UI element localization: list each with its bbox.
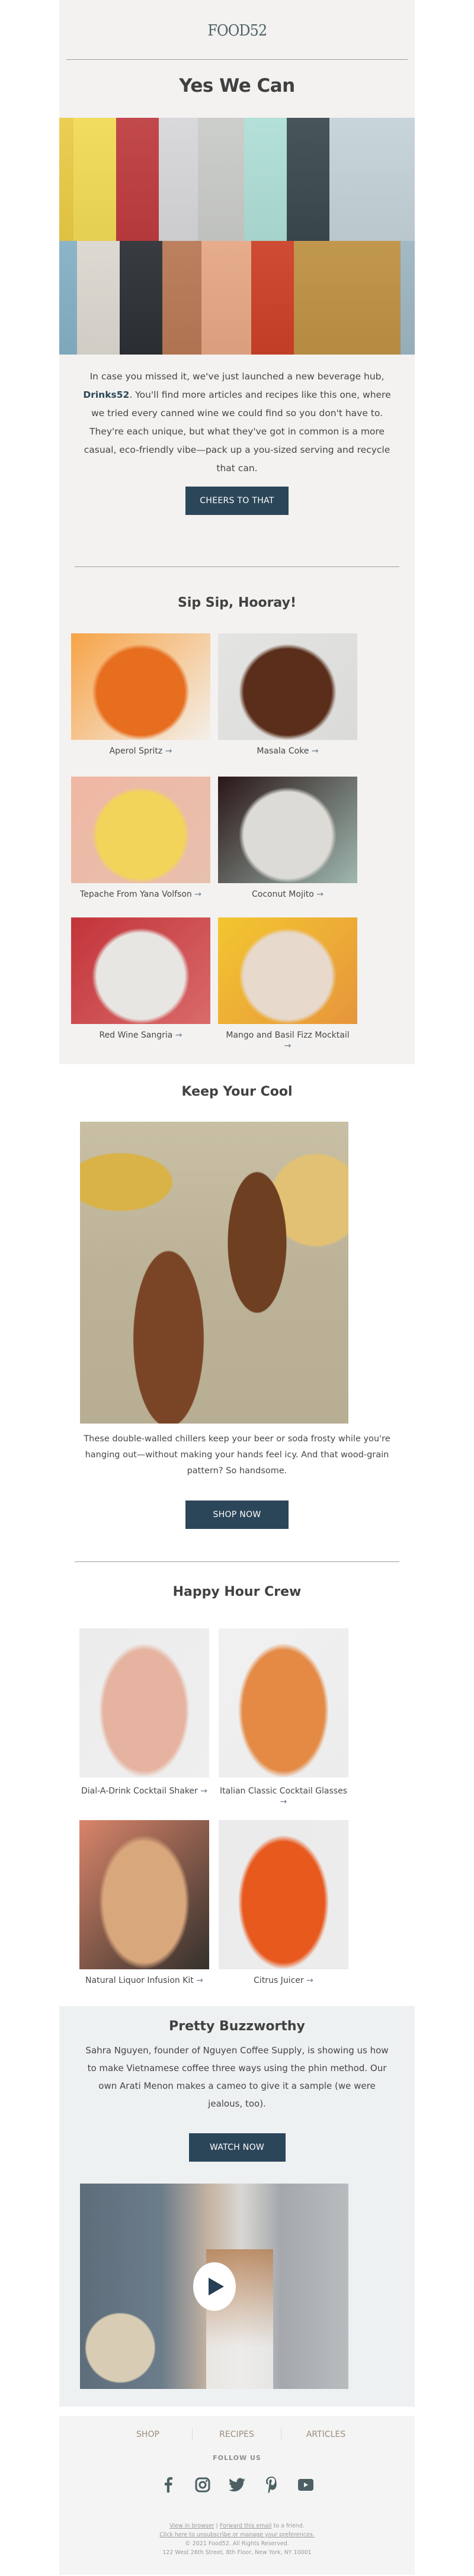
hero-intro: In case you missed it, we've just launch… xyxy=(59,355,415,478)
keep-cool-text: These double-walled chillers keep your b… xyxy=(84,1434,390,1476)
recipe-card[interactable]: Aperol Spritz → xyxy=(71,633,210,777)
recipe-card-caption[interactable]: Masala Coke → xyxy=(218,740,357,777)
arrow-right-icon: → xyxy=(284,1041,292,1051)
play-icon[interactable] xyxy=(193,2262,236,2311)
recipe-card-image[interactable] xyxy=(71,917,210,1024)
forward-suffix: to a friend. xyxy=(271,2523,305,2529)
arrow-right-icon: → xyxy=(200,1786,207,1796)
recipe-card-caption[interactable]: Tepache From Yana Volfson → xyxy=(71,883,210,917)
can-chiller-image[interactable] xyxy=(80,1122,348,1424)
recipe-grid: Aperol Spritz → Masala Coke → Tepache From… xyxy=(59,633,415,1064)
footer: SHOP RECIPES ARTICLES FOLLOW US View in … xyxy=(59,2416,415,2575)
header: FOOD52 xyxy=(59,0,415,59)
happy-hour-title: Happy Hour Crew xyxy=(172,1585,302,1599)
recipe-card-caption[interactable]: Aperol Spritz → xyxy=(71,740,210,777)
recipe-card[interactable]: Tepache From Yana Volfson → xyxy=(71,777,210,917)
arrow-right-icon: → xyxy=(311,746,319,756)
recipe-card-caption[interactable]: Red Wine Sangria → xyxy=(71,1024,210,1064)
recipe-card-image[interactable] xyxy=(218,633,357,740)
buzzworthy-section: Pretty Buzzworthy Sahra Nguyen, founder … xyxy=(59,2006,415,2407)
recipe-card-label[interactable]: Red Wine Sangria xyxy=(99,1031,172,1040)
intro-text-cont: . You'll find more articles and recipes … xyxy=(84,389,391,474)
recipe-card-label[interactable]: Coconut Mojito xyxy=(252,890,314,899)
facebook-icon[interactable] xyxy=(160,2477,177,2493)
arrow-right-icon: → xyxy=(316,890,324,899)
product-card-label[interactable]: Citrus Juicer xyxy=(254,1976,304,1985)
recipe-card-image[interactable] xyxy=(218,917,357,1024)
recipe-card-label[interactable]: Masala Coke xyxy=(257,746,309,756)
product-card[interactable]: Dial-A-Drink Cocktail Shaker → xyxy=(79,1628,209,1820)
keep-cool-section: Keep Your Cool These double-walled chill… xyxy=(59,1064,415,2006)
pinterest-icon[interactable] xyxy=(263,2477,280,2493)
arrow-right-icon: → xyxy=(306,1976,313,1985)
recipe-card-image[interactable] xyxy=(71,777,210,883)
unsubscribe-link[interactable]: Click here to unsubscribe or manage your… xyxy=(159,2532,315,2538)
hero-section: FOOD52 Yes We Can In case you missed it,… xyxy=(59,0,415,1064)
food52-logo[interactable]: FOOD52 xyxy=(207,22,267,40)
product-card-caption[interactable]: Citrus Juicer → xyxy=(219,1969,348,2006)
forward-email-link[interactable]: Forward this email xyxy=(220,2523,272,2529)
product-card[interactable]: Natural Liquor Infusion Kit → xyxy=(79,1820,209,2006)
buzzworthy-title: Pretty Buzzworthy xyxy=(169,2019,305,2034)
recipe-card-image[interactable] xyxy=(71,633,210,740)
footer-nav: SHOP RECIPES ARTICLES xyxy=(59,2422,415,2447)
recipe-card-caption[interactable]: Mango and Basil Fizz Mocktail → xyxy=(218,1024,357,1064)
recipe-card-label[interactable]: Tepache From Yana Volfson xyxy=(80,890,192,899)
footer-link-articles[interactable]: ARTICLES xyxy=(281,2428,370,2441)
intro-text: In case you missed it, we've just launch… xyxy=(89,371,385,382)
arrow-right-icon: → xyxy=(194,890,201,899)
hero-image[interactable] xyxy=(59,118,415,355)
product-grid: Dial-A-Drink Cocktail Shaker → Italian Cl… xyxy=(59,1628,415,2006)
recipe-card-label[interactable]: Mango and Basil Fizz Mocktail xyxy=(226,1031,349,1040)
recipes-title: Sip Sip, Hooray! xyxy=(178,595,296,610)
arrow-right-icon: → xyxy=(165,746,172,756)
recipe-card[interactable]: Masala Coke → xyxy=(218,633,357,777)
product-card-caption[interactable]: Natural Liquor Infusion Kit → xyxy=(79,1969,209,2006)
recipe-card-caption[interactable]: Coconut Mojito → xyxy=(218,883,357,917)
address: 122 West 26th Street, 8th Floor, New Yor… xyxy=(162,2549,312,2556)
recipe-card-label[interactable]: Aperol Spritz xyxy=(110,746,163,756)
arrow-right-icon: → xyxy=(175,1031,182,1040)
arrow-right-icon: → xyxy=(280,1797,287,1807)
product-card-caption[interactable]: Dial-A-Drink Cocktail Shaker → xyxy=(79,1778,209,1820)
instagram-icon[interactable] xyxy=(194,2477,211,2493)
cheers-button[interactable]: CHEERS TO THAT xyxy=(185,487,289,515)
footer-link-shop[interactable]: SHOP xyxy=(104,2428,193,2441)
keep-cool-title: Keep Your Cool xyxy=(181,1084,293,1099)
footer-link-recipes[interactable]: RECIPES xyxy=(193,2428,281,2441)
product-card[interactable]: Citrus Juicer → xyxy=(219,1820,348,2006)
youtube-icon[interactable] xyxy=(297,2477,314,2493)
view-in-browser-link[interactable]: View in browser xyxy=(169,2523,214,2529)
product-card-label[interactable]: Natural Liquor Infusion Kit xyxy=(85,1976,194,1985)
recipe-card[interactable]: Coconut Mojito → xyxy=(218,777,357,917)
watch-now-button[interactable]: WATCH NOW xyxy=(188,2133,286,2162)
hero-title: Yes We Can xyxy=(179,75,295,96)
buzzworthy-text: Sahra Nguyen, founder of Nguyen Coffee S… xyxy=(85,2045,389,2109)
product-card-image[interactable] xyxy=(219,1820,348,1969)
legal-text: View in browser | Forward this email to … xyxy=(59,2500,415,2575)
product-card-image[interactable] xyxy=(79,1628,209,1778)
twitter-icon[interactable] xyxy=(229,2477,245,2493)
recipe-card[interactable]: Red Wine Sangria → xyxy=(71,917,210,1064)
product-card-caption[interactable]: Italian Classic Cocktail Glasses → xyxy=(219,1778,348,1820)
product-card[interactable]: Italian Classic Cocktail Glasses → xyxy=(219,1628,348,1820)
copyright: © 2021 Food52. All Rights Reserved. xyxy=(185,2540,289,2547)
social-links xyxy=(59,2469,415,2500)
recipe-card[interactable]: Mango and Basil Fizz Mocktail → xyxy=(218,917,357,1064)
product-card-image[interactable] xyxy=(79,1820,209,1969)
product-card-label[interactable]: Italian Classic Cocktail Glasses xyxy=(220,1786,347,1796)
product-card-label[interactable]: Dial-A-Drink Cocktail Shaker xyxy=(81,1786,198,1796)
arrow-right-icon: → xyxy=(196,1976,203,1985)
video-thumbnail[interactable] xyxy=(80,2184,348,2389)
shop-now-button[interactable]: SHOP NOW xyxy=(185,1500,289,1529)
product-card-image[interactable] xyxy=(219,1628,348,1778)
recipe-card-image[interactable] xyxy=(218,777,357,883)
separator: | xyxy=(216,2523,218,2529)
email-body: FOOD52 Yes We Can In case you missed it,… xyxy=(59,0,415,2575)
drinks52-link[interactable]: Drinks52 xyxy=(83,389,129,400)
follow-us-label: FOLLOW US xyxy=(213,2454,261,2462)
